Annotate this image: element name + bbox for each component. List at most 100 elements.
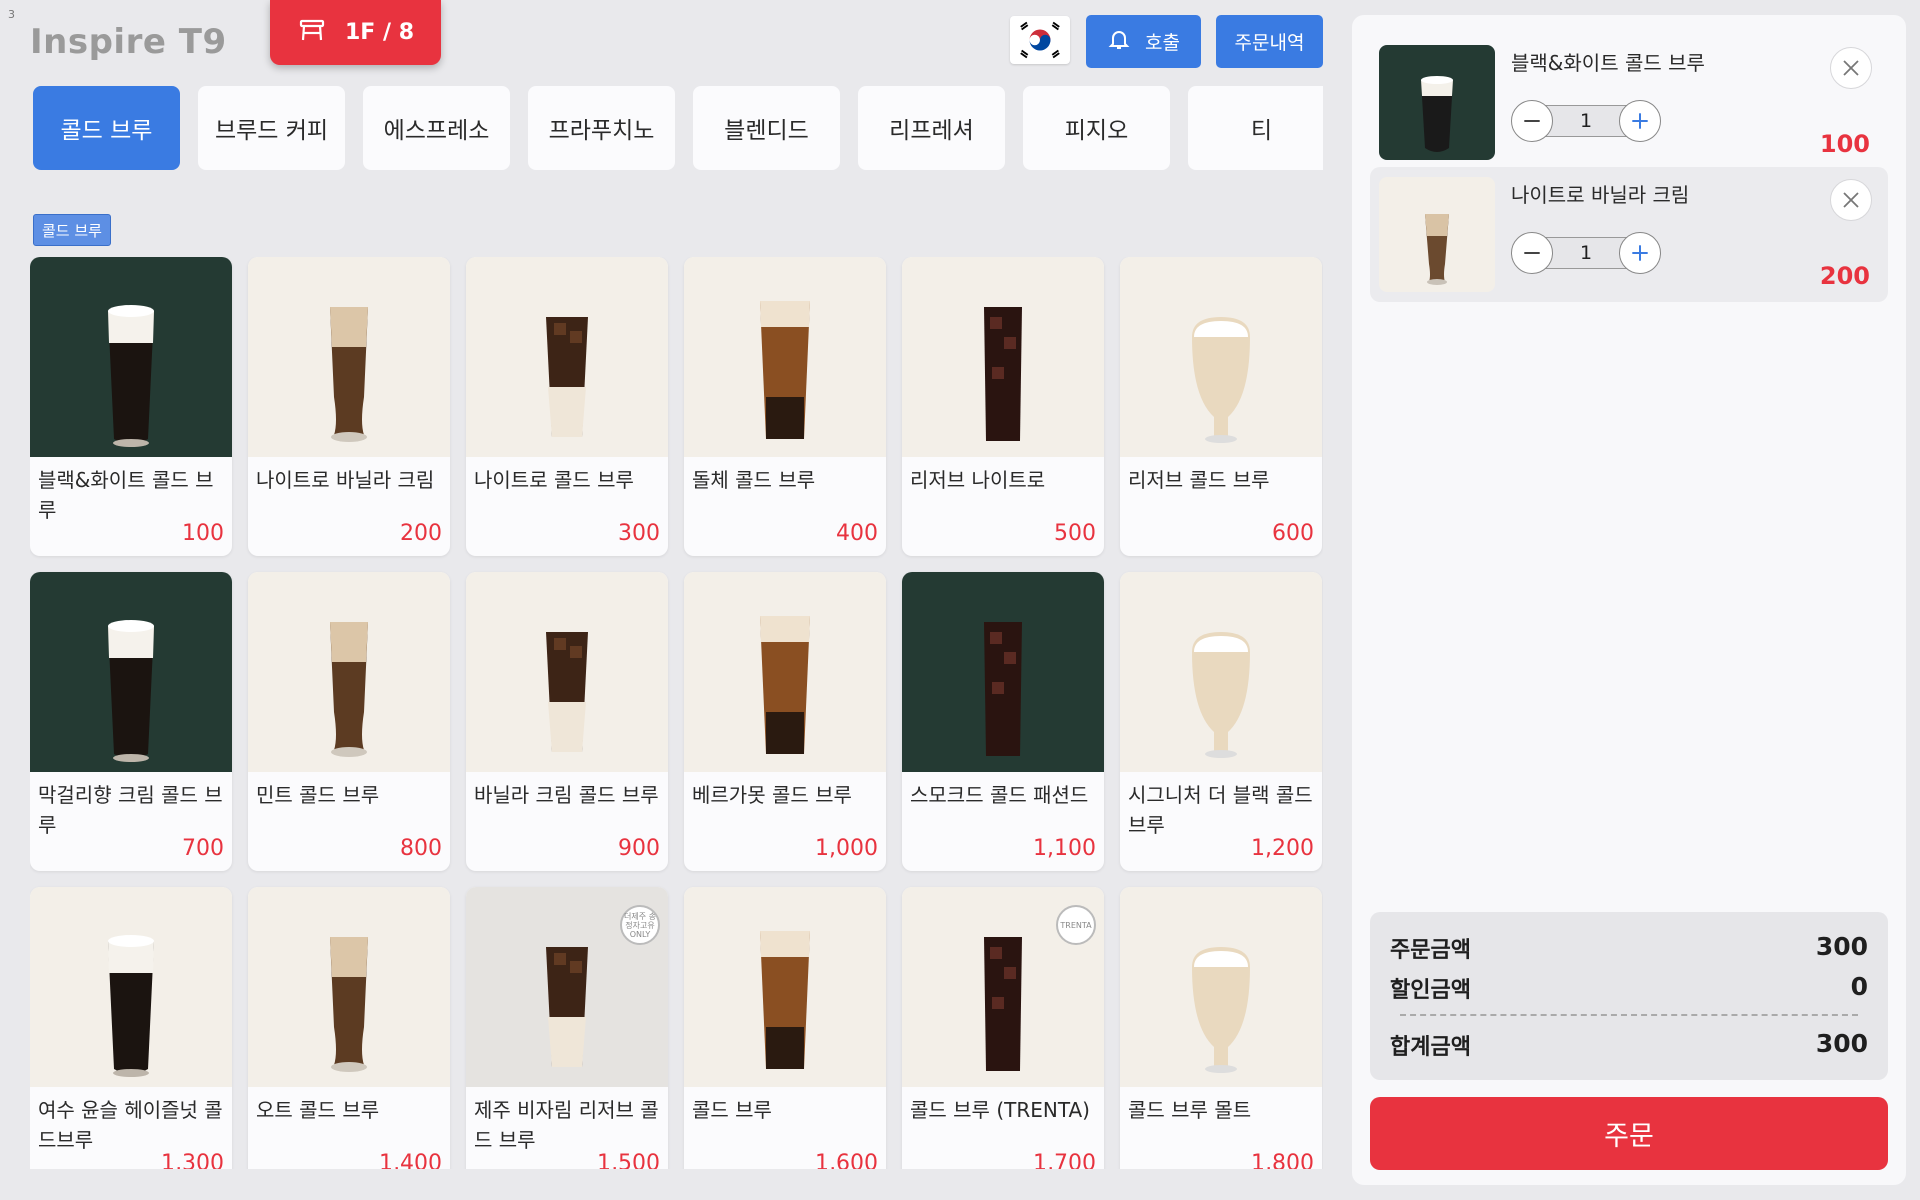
menu-item-image [466, 572, 668, 772]
language-flag-icon[interactable] [1010, 16, 1070, 64]
menu-item-image [248, 572, 450, 772]
menu-item-name: 여수 윤슬 헤이즐넛 콜드브루 [38, 1098, 223, 1152]
menu-item-name: 막걸리향 크림 콜드 브루 [38, 783, 223, 837]
cart-item-image [1379, 177, 1495, 292]
tab-cold-brew[interactable]: 콜드 브루 [33, 86, 180, 170]
cart-item-price: 100 [1819, 130, 1870, 158]
decrease-quantity-button[interactable] [1511, 100, 1553, 142]
menu-item-image [30, 887, 232, 1087]
discount-row: 할인금액 0 [1390, 972, 1868, 1004]
menu-card[interactable]: 돌체 콜드 브루 400 [684, 257, 886, 556]
menu-card[interactable]: 나이트로 바닐라 크림 200 [248, 257, 450, 556]
menu-item-name: 나이트로 바닐라 크림 [256, 468, 435, 492]
plus-icon [1632, 245, 1648, 261]
menu-item-image [1120, 887, 1322, 1087]
menu-item-image [30, 572, 232, 772]
menu-item-name: 시그니처 더 블랙 콜드 브루 [1128, 783, 1313, 837]
menu-item-price: 800 [400, 836, 442, 861]
menu-item-image [1120, 572, 1322, 772]
menu-item-price: 300 [618, 521, 660, 546]
tab-refresher[interactable]: 리프레셔 [858, 86, 1005, 170]
menu-item-image [466, 257, 668, 457]
tab-tea[interactable]: 티 [1188, 86, 1323, 170]
minus-icon [1524, 252, 1540, 254]
menu-item-name: 콜드 브루 (TRENTA) [910, 1098, 1090, 1122]
menu-item-price: 1,000 [815, 836, 878, 861]
remove-item-button[interactable] [1830, 179, 1872, 221]
menu-item-price: 1,100 [1033, 836, 1096, 861]
menu-item-image [684, 572, 886, 772]
category-tabs: 콜드 브루 브루드 커피 에스프레소 프라푸치노 블렌디드 리프레셔 피지오 티 [33, 86, 1323, 170]
menu-item-price: 500 [1054, 521, 1096, 546]
cart-item-price: 200 [1819, 262, 1870, 290]
tab-espresso[interactable]: 에스프레소 [363, 86, 510, 170]
cart-panel: 블랙&화이트 콜드 브루 1 100 나이트로 바닐라 크림 1 200 주문금… [1352, 15, 1906, 1185]
menu-grid: 블랙&화이트 콜드 브루 100 나이트로 바닐라 크림 200 나이트로 콜드 브루 3… [30, 257, 1323, 1169]
call-label: 호출 [1145, 32, 1180, 54]
cart-item-image [1379, 45, 1495, 160]
quantity-stepper: 1 [1511, 100, 1661, 142]
table-icon [297, 15, 327, 51]
place-order-button[interactable]: 주문 [1370, 1097, 1888, 1170]
increase-quantity-button[interactable] [1619, 232, 1661, 274]
menu-card[interactable]: 리저브 나이트로 500 [902, 257, 1104, 556]
menu-item-image: TRENTA [902, 887, 1104, 1087]
section-label: 콜드 브루 [33, 214, 111, 246]
menu-item-price: 900 [618, 836, 660, 861]
call-staff-button[interactable]: 호출 [1086, 15, 1201, 68]
menu-card[interactable]: 콜드 브루 몰트 1,800 [1120, 887, 1322, 1169]
table-number: 1F / 8 [345, 20, 414, 45]
menu-card[interactable]: 더제주 송정자고유 ONLY 제주 비자림 리저브 콜드 브루 1,500 [466, 887, 668, 1169]
discount-value: 0 [1850, 972, 1868, 1001]
menu-item-name: 베르가못 콜드 브루 [692, 783, 852, 807]
remove-item-button[interactable] [1830, 47, 1872, 89]
tab-fizzio[interactable]: 피지오 [1023, 86, 1170, 170]
menu-item-price: 1,200 [1251, 836, 1314, 861]
menu-card[interactable]: 나이트로 콜드 브루 300 [466, 257, 668, 556]
summary-divider [1400, 1014, 1858, 1016]
order-summary: 주문금액 300 할인금액 0 합계금액 300 [1370, 912, 1888, 1080]
menu-item-name: 리저브 나이트로 [910, 468, 1046, 492]
menu-item-price: 700 [182, 836, 224, 861]
menu-item-name: 제주 비자림 리저브 콜드 브루 [474, 1098, 659, 1152]
menu-card[interactable]: TRENTA 콜드 브루 (TRENTA) 1,700 [902, 887, 1104, 1169]
cart-item-name: 나이트로 바닐라 크림 [1511, 183, 1690, 207]
tab-brewed-coffee[interactable]: 브루드 커피 [198, 86, 345, 170]
menu-item-price: 1,700 [1033, 1151, 1096, 1169]
discount-label: 할인금액 [1390, 978, 1471, 1003]
menu-item-name: 민트 콜드 브루 [256, 783, 380, 807]
plus-icon [1632, 113, 1648, 129]
menu-item-image [1120, 257, 1322, 457]
menu-card[interactable]: 리저브 콜드 브루 600 [1120, 257, 1322, 556]
quantity-stepper: 1 [1511, 232, 1661, 274]
menu-item-image [684, 887, 886, 1087]
menu-item-price: 100 [182, 521, 224, 546]
tab-frappuccino[interactable]: 프라푸치노 [528, 86, 675, 170]
menu-card[interactable]: 시그니처 더 블랙 콜드 브루 1,200 [1120, 572, 1322, 871]
menu-item-price: 1,800 [1251, 1151, 1314, 1169]
menu-card[interactable]: 바닐라 크림 콜드 브루 900 [466, 572, 668, 871]
menu-item-name: 콜드 브루 [692, 1098, 772, 1122]
menu-item-image [30, 257, 232, 457]
menu-card[interactable]: 콜드 브루 1,600 [684, 887, 886, 1169]
increase-quantity-button[interactable] [1619, 100, 1661, 142]
menu-item-price: 1,500 [597, 1151, 660, 1169]
menu-item-image [902, 572, 1104, 772]
menu-card[interactable]: 베르가못 콜드 브루 1,000 [684, 572, 886, 871]
menu-item-name: 바닐라 크림 콜드 브루 [474, 783, 659, 807]
decrease-quantity-button[interactable] [1511, 232, 1553, 274]
tab-blended[interactable]: 블렌디드 [693, 86, 840, 170]
menu-card[interactable]: 오트 콜드 브루 1,400 [248, 887, 450, 1169]
menu-card[interactable]: 여수 윤슬 헤이즐넛 콜드브루 1,300 [30, 887, 232, 1169]
menu-item-name: 오트 콜드 브루 [256, 1098, 380, 1122]
menu-card[interactable]: 블랙&화이트 콜드 브루 100 [30, 257, 232, 556]
menu-card[interactable]: 막걸리향 크림 콜드 브루 700 [30, 572, 232, 871]
cart-item: 나이트로 바닐라 크림 1 200 [1370, 167, 1888, 302]
menu-item-price: 1,600 [815, 1151, 878, 1169]
menu-card[interactable]: 민트 콜드 브루 800 [248, 572, 450, 871]
cart-item: 블랙&화이트 콜드 브루 1 100 [1370, 35, 1888, 170]
menu-item-name: 스모크드 콜드 패션드 [910, 783, 1089, 807]
order-amount-label: 주문금액 [1390, 938, 1471, 963]
menu-card[interactable]: 스모크드 콜드 패션드 1,100 [902, 572, 1104, 871]
order-history-button[interactable]: 주문내역 [1216, 15, 1323, 68]
